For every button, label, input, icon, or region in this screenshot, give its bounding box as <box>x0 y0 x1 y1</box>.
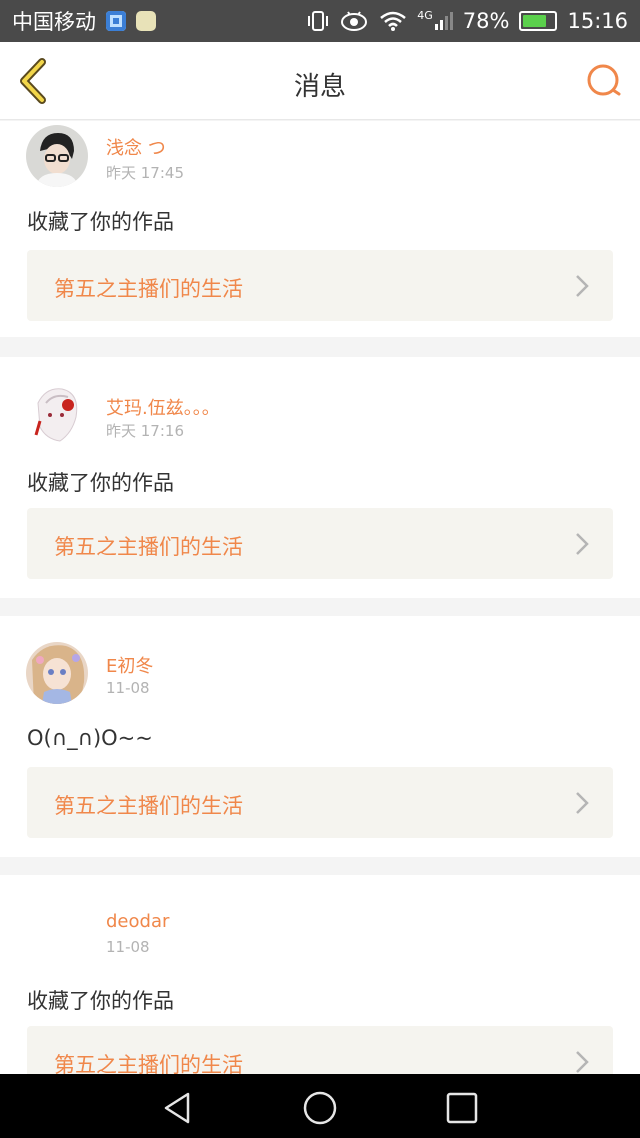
message-card: deodar 11-08 收藏了你的作品 第五之主播们的生活 <box>0 875 640 1074</box>
battery-icon <box>519 11 558 31</box>
avatar[interactable] <box>26 125 88 187</box>
work-title: 第五之主播们的生活 <box>54 1053 243 1074</box>
wifi-icon <box>380 11 407 31</box>
work-link[interactable]: 第五之主播们的生活 <box>27 767 613 838</box>
message-text: 收藏了你的作品 <box>27 471 174 495</box>
message-list[interactable]: 浅念 つ 昨天 17:45 收藏了你的作品 第五之主播们的生活 艾玛.伍兹。。。… <box>0 121 640 1074</box>
message-time: 昨天 17:16 <box>106 422 184 440</box>
message-time: 11-08 <box>106 679 150 697</box>
username[interactable]: deodar <box>106 911 169 932</box>
system-navigation-bar <box>0 1074 640 1138</box>
status-bar-right: 4G 78% 15:16 <box>307 9 628 33</box>
message-card: E初冬 11-08 O(∩_∩)O~~ 第五之主播们的生活 <box>0 616 640 857</box>
avatar[interactable] <box>26 383 88 445</box>
search-button[interactable] <box>584 60 626 102</box>
square-recents-icon <box>446 1092 478 1124</box>
work-title: 第五之主播们的生活 <box>54 277 243 301</box>
top-app-bar: 消息 <box>0 42 640 120</box>
clock-label: 15:16 <box>567 9 628 33</box>
message-text: O(∩_∩)O~~ <box>27 726 153 750</box>
status-bar: 中国移动 4G 78% 15:16 <box>0 0 640 42</box>
chevron-right-icon <box>576 792 589 814</box>
status-bar-left: 中国移动 <box>12 6 156 36</box>
avatar[interactable] <box>26 901 88 963</box>
message-card: 浅念 つ 昨天 17:45 收藏了你的作品 第五之主播们的生活 <box>0 121 640 337</box>
nav-home-button[interactable] <box>300 1088 340 1128</box>
message-text: 收藏了你的作品 <box>27 989 174 1013</box>
message-time: 昨天 17:45 <box>106 164 184 182</box>
eye-icon <box>341 11 368 31</box>
messages-screen: 中国移动 4G 78% 15:16 消息 浅念 つ 昨天 17:45 收藏了你的… <box>0 0 640 1138</box>
search-icon <box>587 64 621 96</box>
nav-recents-button[interactable] <box>442 1088 482 1128</box>
page-title: 消息 <box>293 72 346 102</box>
username[interactable]: 浅念 つ <box>106 134 166 160</box>
message-time: 11-08 <box>106 938 150 956</box>
work-title: 第五之主播们的生活 <box>54 535 243 559</box>
triangle-back-icon <box>164 1092 190 1124</box>
carrier-label: 中国移动 <box>12 10 96 34</box>
message-card: 艾玛.伍兹。。。 昨天 17:16 收藏了你的作品 第五之主播们的生活 <box>0 357 640 598</box>
username[interactable]: 艾玛.伍兹。。。 <box>106 394 220 420</box>
gallery-app-icon <box>106 11 126 31</box>
work-link[interactable]: 第五之主播们的生活 <box>27 250 613 321</box>
username[interactable]: E初冬 <box>106 652 153 678</box>
work-link[interactable]: 第五之主播们的生活 <box>27 1026 613 1074</box>
vibrate-icon <box>308 11 329 31</box>
work-title: 第五之主播们的生活 <box>54 794 243 818</box>
chevron-right-icon <box>576 275 589 297</box>
nav-back-button[interactable] <box>158 1088 198 1128</box>
circle-home-icon <box>303 1091 337 1125</box>
chevron-right-icon <box>576 1051 589 1073</box>
chat-app-icon <box>136 11 156 31</box>
chevron-right-icon <box>576 533 589 555</box>
message-text: 收藏了你的作品 <box>27 210 174 234</box>
battery-percent-label: 78% <box>462 9 510 33</box>
signal-icon: 4G <box>417 9 453 30</box>
network-type-label: 4G <box>417 9 433 22</box>
avatar[interactable] <box>26 642 88 704</box>
work-link[interactable]: 第五之主播们的生活 <box>27 508 613 579</box>
